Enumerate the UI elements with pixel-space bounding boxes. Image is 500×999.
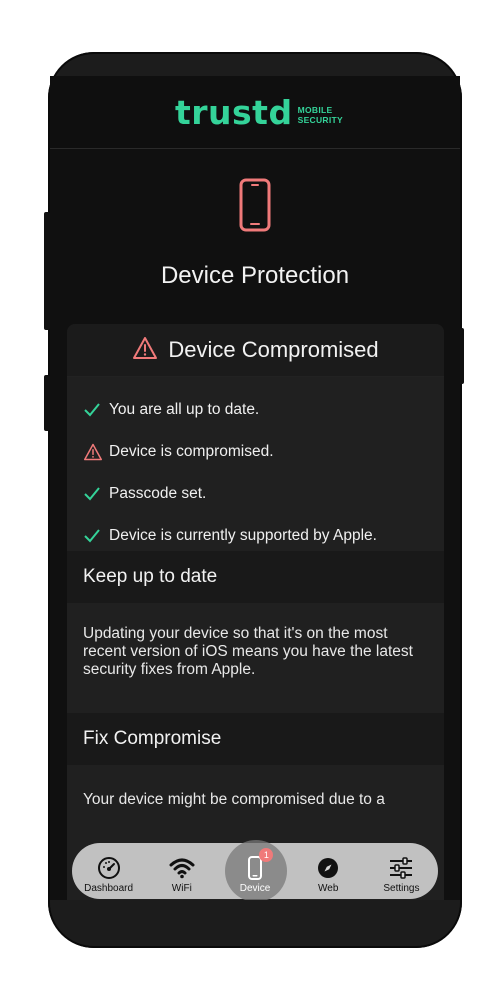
speedometer-icon bbox=[97, 853, 121, 883]
phone-chin bbox=[50, 900, 460, 946]
check-item-label: Passcode set. bbox=[109, 485, 207, 502]
bottom-tab-bar: Dashboard WiFi 1 Device Web Settings bbox=[72, 840, 438, 900]
device-status-card: Device Compromised You are all up to dat… bbox=[67, 324, 444, 900]
tab-label: Device bbox=[239, 883, 271, 894]
check-item-label: Device is currently supported by Apple. bbox=[109, 527, 377, 544]
tab-device[interactable]: 1 Device bbox=[218, 840, 291, 900]
tab-label: Web bbox=[318, 883, 339, 894]
section-title-keep-up-to-date: Keep up to date bbox=[67, 551, 444, 603]
warning-triangle-icon bbox=[132, 336, 158, 365]
phone-icon bbox=[238, 177, 272, 238]
logo-subtitle: MOBILE SECURITY bbox=[297, 104, 343, 125]
checkmark-icon bbox=[83, 402, 109, 418]
tab-settings[interactable]: Settings bbox=[365, 843, 438, 899]
tab-label: Dashboard bbox=[84, 883, 134, 894]
section-body-keep-up-to-date: Updating your device so that it's on the… bbox=[67, 603, 444, 713]
check-item-passcode: Passcode set. bbox=[83, 473, 428, 515]
section-title-fix-compromise: Fix Compromise bbox=[67, 713, 444, 765]
checkmark-icon bbox=[83, 486, 109, 502]
check-item-up-to-date: You are all up to date. bbox=[83, 389, 428, 431]
page-title: Device Protection bbox=[160, 262, 350, 289]
tab-web[interactable]: Web bbox=[292, 843, 365, 899]
trustd-logo: trustd MOBILE SECURITY bbox=[175, 96, 343, 129]
status-card-header: Device Compromised bbox=[67, 324, 444, 377]
check-item-label: Device is compromised. bbox=[109, 443, 274, 460]
compass-icon bbox=[316, 853, 340, 883]
check-item-compromised: Device is compromised. bbox=[83, 431, 428, 473]
tab-label: WiFi bbox=[171, 883, 192, 894]
status-check-list: You are all up to date. Device is compro… bbox=[67, 377, 444, 551]
tab-label: Settings bbox=[383, 883, 420, 894]
tab-dashboard[interactable]: Dashboard bbox=[72, 843, 145, 899]
wifi-icon bbox=[169, 853, 195, 883]
app-header: trustd MOBILE SECURITY bbox=[50, 76, 460, 149]
checkmark-icon bbox=[83, 528, 109, 544]
check-item-label: You are all up to date. bbox=[109, 401, 260, 418]
tab-wifi[interactable]: WiFi bbox=[145, 843, 218, 899]
warning-triangle-icon bbox=[83, 443, 109, 461]
device-alert-badge: 1 bbox=[259, 848, 274, 862]
sliders-icon bbox=[388, 853, 414, 883]
logo-wordmark: trustd bbox=[175, 93, 293, 132]
app-screen: trustd MOBILE SECURITY Device Protection bbox=[50, 76, 460, 900]
status-card-title: Device Compromised bbox=[168, 337, 379, 362]
